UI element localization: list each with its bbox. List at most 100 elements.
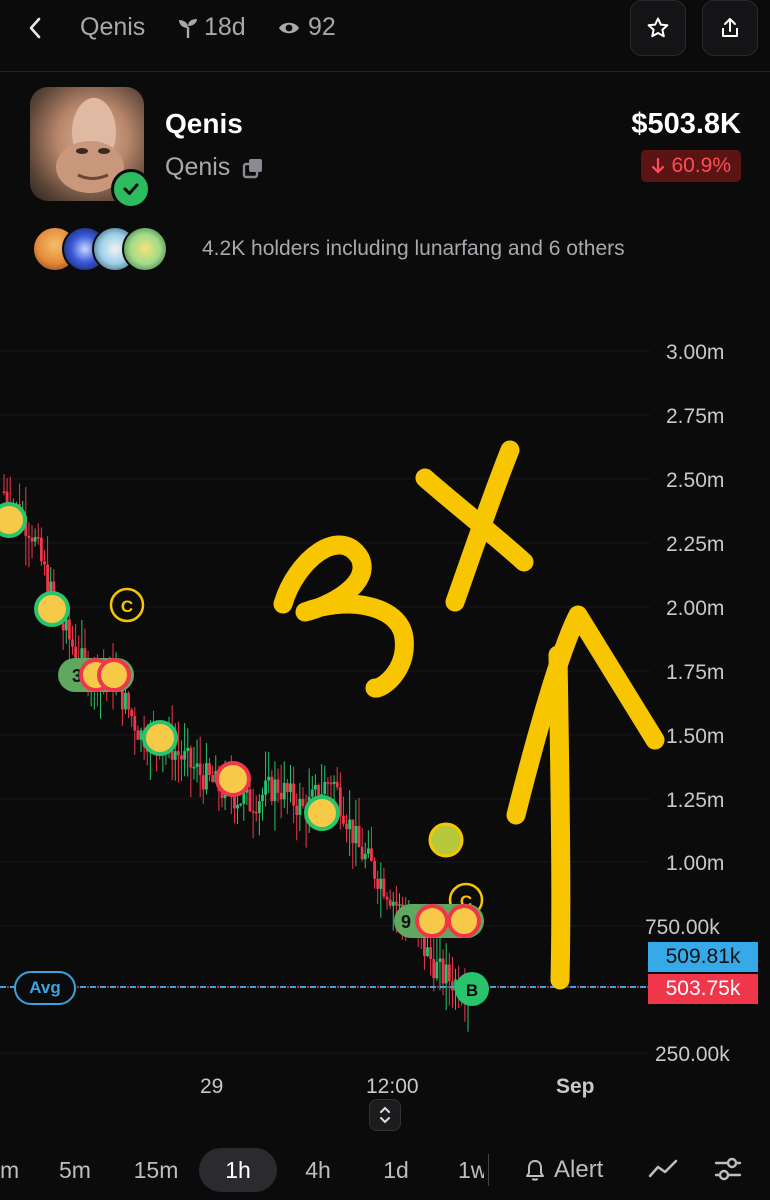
holder-avatars[interactable] (32, 226, 168, 272)
candle-body (71, 639, 74, 647)
ticker-label: Qenis (165, 153, 231, 181)
candle-body (360, 846, 364, 860)
candle-body (124, 692, 127, 710)
y-tick-label: 2.75m (666, 405, 724, 428)
trader-marker[interactable] (304, 795, 340, 831)
trader-marker[interactable] (415, 904, 449, 938)
copy-icon[interactable] (242, 157, 264, 179)
candle-body (192, 766, 196, 769)
annotation-3 (273, 535, 414, 698)
timeframe-1m[interactable]: m (0, 1148, 19, 1192)
alert-label: Alert (554, 1156, 604, 1183)
coin-marker[interactable] (428, 822, 464, 858)
y-tick-label: 1.25m (666, 789, 724, 812)
trader-marker[interactable] (97, 658, 131, 692)
share-button[interactable] (702, 0, 758, 56)
candle-body (189, 747, 193, 768)
avatar (122, 226, 168, 272)
y-tick-label: 1.75m (666, 661, 724, 684)
trade-markers[interactable]: C 3 C 9 B (0, 502, 489, 1006)
y-tick-label: 1.00m (666, 852, 724, 875)
candle-body (366, 848, 370, 854)
candle-body (438, 958, 442, 962)
candle-body (5, 491, 9, 504)
candle-body (388, 899, 392, 906)
token-age: 18d (178, 13, 246, 42)
candle-body (257, 801, 261, 813)
candle-body (376, 878, 380, 889)
candle-body (211, 775, 215, 782)
candle-body (345, 823, 348, 830)
candle-body (264, 780, 267, 795)
candle-body (139, 730, 143, 740)
candle-body (429, 947, 433, 959)
candle-body (385, 896, 389, 900)
candle-body (33, 537, 37, 542)
candle-body (379, 878, 383, 889)
annotation-x-2 (445, 440, 520, 612)
timeframe-4h[interactable]: 4h (294, 1148, 342, 1192)
candle-body (270, 776, 274, 801)
token-title: Qenis (80, 13, 146, 41)
candle-body (208, 763, 211, 776)
holders-summary[interactable]: 4.2K holders including lunarfang and 6 o… (202, 237, 625, 261)
trader-marker[interactable] (34, 591, 70, 627)
candle-body (447, 964, 451, 982)
market-cap: $503.8K (631, 108, 741, 140)
last-price-tag: 503.75k (648, 974, 758, 1004)
change-value: 60.9% (671, 154, 731, 177)
candle-body (423, 936, 426, 957)
candle-body (2, 491, 6, 493)
y-tick-label: 2.00m (666, 597, 724, 620)
settings-sliders-icon[interactable] (714, 1156, 742, 1182)
candle-body (201, 775, 205, 790)
candle-body (295, 805, 299, 815)
eye-icon (279, 22, 299, 33)
back-chevron-icon[interactable] (22, 14, 50, 42)
trader-marker[interactable] (215, 761, 251, 797)
timeframe-1w[interactable]: 1w (458, 1148, 484, 1192)
alert-button[interactable]: Alert (524, 1148, 603, 1192)
y-tick-label: 2.50m (666, 469, 724, 492)
candle-body (289, 783, 292, 793)
candle-body (186, 747, 190, 752)
timeframe-1h[interactable]: 1h (199, 1148, 277, 1192)
chevron-up-down-icon (380, 1106, 390, 1124)
candle-body (195, 763, 199, 767)
candle-body (332, 781, 336, 784)
trader-marker[interactable] (0, 502, 27, 538)
timeframe-15m[interactable]: 15m (125, 1148, 187, 1192)
candle-body (292, 783, 296, 806)
candle-body (136, 730, 140, 740)
candle-body (67, 619, 71, 640)
candle-body (354, 825, 358, 844)
candle-body (239, 803, 243, 806)
candle-body (273, 779, 277, 801)
top-bar: Qenis 18d 92 (0, 0, 770, 72)
candle-body (314, 785, 317, 790)
candle-body (251, 811, 255, 813)
verified-check-icon (111, 169, 151, 209)
timeframe-1d[interactable]: 1d (372, 1148, 420, 1192)
token-ticker: Qenis (165, 153, 264, 182)
share-icon (722, 18, 738, 37)
candle-body (180, 755, 183, 760)
candle-body (391, 901, 395, 906)
indicator-line-icon[interactable] (648, 1158, 678, 1180)
avg-label[interactable]: Avg (14, 971, 76, 1005)
star-icon (647, 17, 669, 38)
timeframe-5m[interactable]: 5m (50, 1148, 100, 1192)
candle-body (335, 781, 339, 788)
trader-marker[interactable] (142, 720, 178, 756)
creator-marker-label: C (121, 597, 133, 616)
candle-body (205, 763, 208, 790)
y-tick-label: 3.00m (666, 341, 724, 364)
trader-marker[interactable] (447, 904, 481, 938)
candle-body (74, 646, 78, 659)
y-tick-label: 250.00k (655, 1043, 730, 1066)
favorite-button[interactable] (630, 0, 686, 56)
expand-chart-button[interactable] (369, 1099, 401, 1131)
candle-body (176, 751, 180, 756)
candle-body (248, 789, 252, 812)
candle-body (254, 811, 258, 814)
